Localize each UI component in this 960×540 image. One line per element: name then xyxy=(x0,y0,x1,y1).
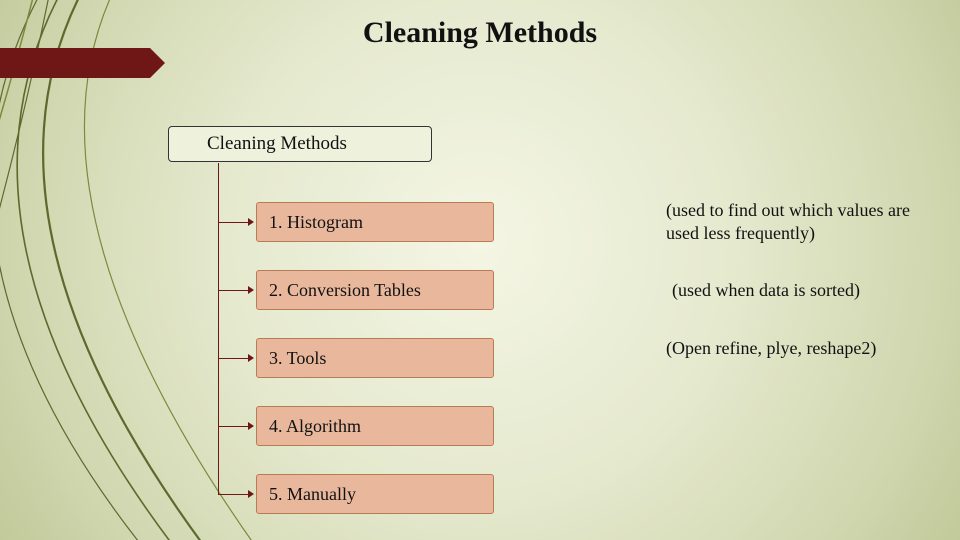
root-node-label: Cleaning Methods xyxy=(207,133,347,155)
root-node: Cleaning Methods xyxy=(168,126,432,162)
page-title: Cleaning Methods xyxy=(0,16,960,50)
connector-branch xyxy=(218,358,248,359)
node-label: 1. Histogram xyxy=(269,212,363,233)
node-label: 5. Manually xyxy=(269,484,356,505)
node-tools: 3. Tools xyxy=(256,338,494,378)
node-label: 2. Conversion Tables xyxy=(269,280,421,301)
note-conversion-tables: (used when data is sorted) xyxy=(672,279,947,302)
connector-arrow-icon xyxy=(248,354,254,362)
connector-branch xyxy=(218,426,248,427)
connector-branch xyxy=(218,222,248,223)
connector-branch xyxy=(218,494,248,495)
connector-arrow-icon xyxy=(248,286,254,294)
node-manually: 5. Manually xyxy=(256,474,494,514)
slide: Cleaning Methods Cleaning Methods 1. His… xyxy=(0,0,960,540)
connector-trunk xyxy=(218,163,219,494)
note-tools: (Open refine, plye, reshape2) xyxy=(666,337,941,360)
accent-bar-icon xyxy=(0,48,150,78)
connector-arrow-icon xyxy=(248,218,254,226)
connector-arrow-icon xyxy=(248,490,254,498)
node-conversion-tables: 2. Conversion Tables xyxy=(256,270,494,310)
node-label: 3. Tools xyxy=(269,348,326,369)
node-label: 4. Algorithm xyxy=(269,416,361,437)
node-histogram: 1. Histogram xyxy=(256,202,494,242)
node-algorithm: 4. Algorithm xyxy=(256,406,494,446)
connector-branch xyxy=(218,290,248,291)
note-histogram: (used to find out which values are used … xyxy=(666,199,941,244)
background-swoosh-icon xyxy=(0,0,300,540)
connector-arrow-icon xyxy=(248,422,254,430)
